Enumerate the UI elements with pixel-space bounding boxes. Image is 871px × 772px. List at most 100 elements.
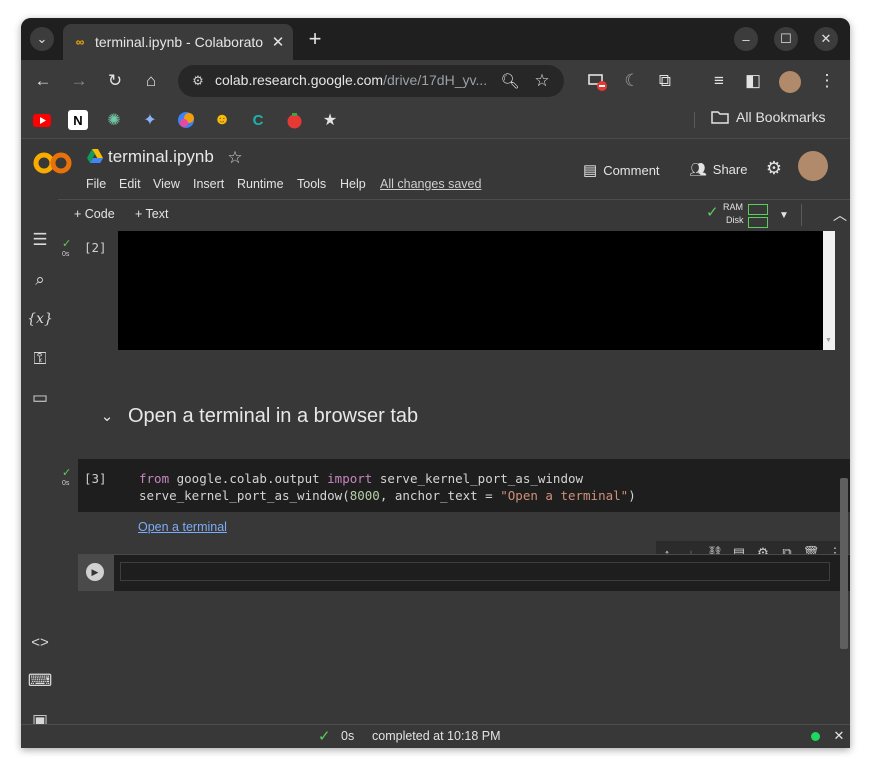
comment-button[interactable]: ▤ Comment — [583, 161, 660, 179]
cell3-exec-count: [3] — [84, 471, 107, 486]
cell3-exec-time: 0s — [62, 480, 70, 487]
run-cell-icon[interactable]: ▶ — [86, 563, 104, 581]
notebook-scrollbar[interactable] — [840, 478, 848, 649]
scroll-down-arrow-icon[interactable]: ▼ — [825, 337, 832, 344]
profile-avatar[interactable] — [779, 71, 801, 93]
command-palette-icon[interactable]: ⌨ — [27, 668, 53, 694]
minimize-icon[interactable]: – — [734, 27, 758, 51]
cell2-output-scrollbar[interactable]: ▼ — [823, 231, 835, 350]
empty-code-cell[interactable]: ▶ — [78, 554, 850, 591]
cell2-output-frame[interactable] — [118, 231, 823, 350]
search-icon[interactable]: ⌕ — [27, 267, 53, 293]
cell3-check-icon: ✓ — [62, 467, 72, 479]
collapse-header-icon[interactable]: ︿ — [829, 204, 850, 226]
disk-label: Disk — [726, 215, 744, 225]
status-elapsed: 0s — [341, 729, 355, 743]
ram-meter[interactable] — [748, 204, 768, 215]
table-of-contents-icon[interactable]: ☰ — [27, 227, 53, 253]
code-input[interactable] — [120, 562, 830, 581]
back-icon[interactable]: ← — [29, 67, 57, 95]
connection-status-dot — [811, 732, 820, 741]
status-check-icon: ✓ — [318, 728, 331, 745]
url-text: colab.research.google.com/drive/17dH_yv.… — [215, 72, 488, 88]
star-bookmark-icon[interactable]: ★ — [320, 110, 340, 130]
ram-label: RAM — [723, 202, 743, 212]
browser-toolbar: ← → ↻ ⌂ ⚙ colab.research.google.com/driv… — [21, 60, 850, 102]
colab-logo-icon[interactable] — [33, 149, 77, 179]
menu-edit[interactable]: Edit — [119, 177, 141, 191]
colab-avatar[interactable] — [798, 151, 828, 181]
all-bookmarks-button[interactable]: All Bookmarks — [711, 109, 825, 125]
menu-view[interactable]: View — [153, 177, 180, 191]
side-panel-icon[interactable]: ◧ — [739, 67, 767, 95]
youtube-bookmark-icon[interactable] — [32, 110, 52, 130]
bookmarks-bar: N ✺ ✦ ☻ C ★ All Bookmarks — [21, 102, 850, 139]
all-bookmarks-label: All Bookmarks — [736, 109, 826, 125]
c-bookmark-icon[interactable]: C — [248, 110, 268, 130]
extensions-icon[interactable]: ⧉ — [651, 67, 679, 95]
open-terminal-link[interactable]: Open a terminal — [138, 520, 227, 534]
browser-tab[interactable]: ∞ terminal.ipynb - Colaboratory ✕ — [63, 24, 293, 60]
code-line-1[interactable]: from google.colab.output import serve_ke… — [139, 471, 583, 486]
bookmark-star-icon[interactable]: ☆ — [530, 69, 554, 93]
close-status-icon[interactable]: ✕ — [831, 728, 847, 744]
reload-icon[interactable]: ↻ — [101, 67, 129, 95]
settings-gear-icon[interactable]: ⚙ — [762, 156, 786, 180]
colab-favicon-icon: ∞ — [75, 35, 85, 49]
media-queue-icon[interactable]: ≡ — [705, 67, 733, 95]
address-bar[interactable]: ⚙ colab.research.google.com/drive/17dH_y… — [178, 65, 564, 97]
tab-title: terminal.ipynb - Colaboratory — [95, 34, 263, 50]
share-button[interactable]: 👥︎ Share — [689, 161, 747, 178]
toolbar-divider — [801, 204, 802, 226]
tomato-bookmark-icon[interactable] — [284, 110, 304, 130]
home-icon[interactable]: ⌂ — [137, 67, 165, 95]
variables-icon[interactable]: {x} — [27, 306, 53, 332]
notion-bookmark-icon[interactable]: N — [68, 110, 88, 130]
close-window-icon[interactable]: ✕ — [814, 27, 838, 51]
notebook-area: ✓ 0s [2] ▼ ⌄ Open a terminal in a browse… — [58, 231, 850, 724]
site-info-icon[interactable]: ⚙ — [188, 71, 208, 91]
gemini-bookmark-icon[interactable]: ✦ — [140, 110, 160, 130]
saved-status[interactable]: All changes saved — [380, 177, 481, 191]
resources-dropdown-icon[interactable]: ▼ — [776, 205, 792, 225]
comment-label: Comment — [603, 162, 660, 178]
forward-icon[interactable]: → — [65, 67, 93, 95]
code-snippets-icon[interactable]: <> — [27, 629, 53, 655]
browser-menu-icon[interactable]: ⋮ — [813, 67, 841, 95]
folder-icon — [711, 111, 729, 124]
section-collapse-chevron-icon[interactable]: ⌄ — [98, 407, 116, 425]
add-code-button[interactable]: + Code — [74, 207, 115, 221]
new-tab-icon[interactable]: + — [303, 26, 327, 51]
share-label: Share — [712, 162, 748, 177]
tab-search-chevron-icon[interactable]: ⌄ — [30, 27, 54, 51]
extension-c-icon[interactable]: ☾ — [618, 67, 646, 95]
close-tab-icon[interactable]: ✕ — [269, 33, 287, 51]
chatgpt-bookmark-icon[interactable]: ✺ — [104, 110, 124, 130]
menu-file[interactable]: File — [86, 177, 106, 191]
maximize-icon[interactable]: ☐ — [774, 27, 798, 51]
add-text-button[interactable]: + Text — [135, 207, 168, 221]
smiley-bookmark-icon[interactable]: ☻ — [212, 110, 232, 130]
share-people-icon: 👥︎ — [689, 161, 707, 177]
code-line-2[interactable]: serve_kernel_port_as_window(8000, anchor… — [139, 488, 636, 503]
notebook-title[interactable]: terminal.ipynb — [108, 147, 214, 167]
google-drive-icon — [87, 149, 105, 165]
notebook-toolbar: + Code + Text ✓ RAM Disk ▼ ︿ — [58, 199, 850, 232]
star-notebook-icon[interactable]: ☆ — [224, 147, 246, 169]
zoom-icon[interactable]: 🔍︎ — [498, 69, 522, 93]
menu-tools[interactable]: Tools — [297, 177, 326, 191]
files-folder-icon[interactable]: ▭ — [27, 385, 53, 411]
copilot-bookmark-icon[interactable] — [176, 110, 196, 130]
menu-help[interactable]: Help — [340, 177, 366, 191]
menu-insert[interactable]: Insert — [193, 177, 224, 191]
menu-runtime[interactable]: Runtime — [237, 177, 284, 191]
disk-meter[interactable] — [748, 217, 768, 228]
left-sidebar: ☰ ⌕ {x} ⚿ ▭ <> ⌨ ▣ — [21, 199, 59, 730]
secrets-key-icon[interactable]: ⚿ — [27, 346, 53, 372]
cast-blocked-icon[interactable] — [583, 67, 611, 95]
browser-window: ⌄ ∞ terminal.ipynb - Colaboratory ✕ + – … — [21, 18, 850, 748]
cell2-exec-time: 0s — [62, 251, 70, 258]
add-text-label: Text — [145, 207, 169, 221]
tab-strip: ⌄ ∞ terminal.ipynb - Colaboratory ✕ + – … — [21, 18, 850, 60]
cell2-exec-count: [2] — [84, 240, 107, 255]
